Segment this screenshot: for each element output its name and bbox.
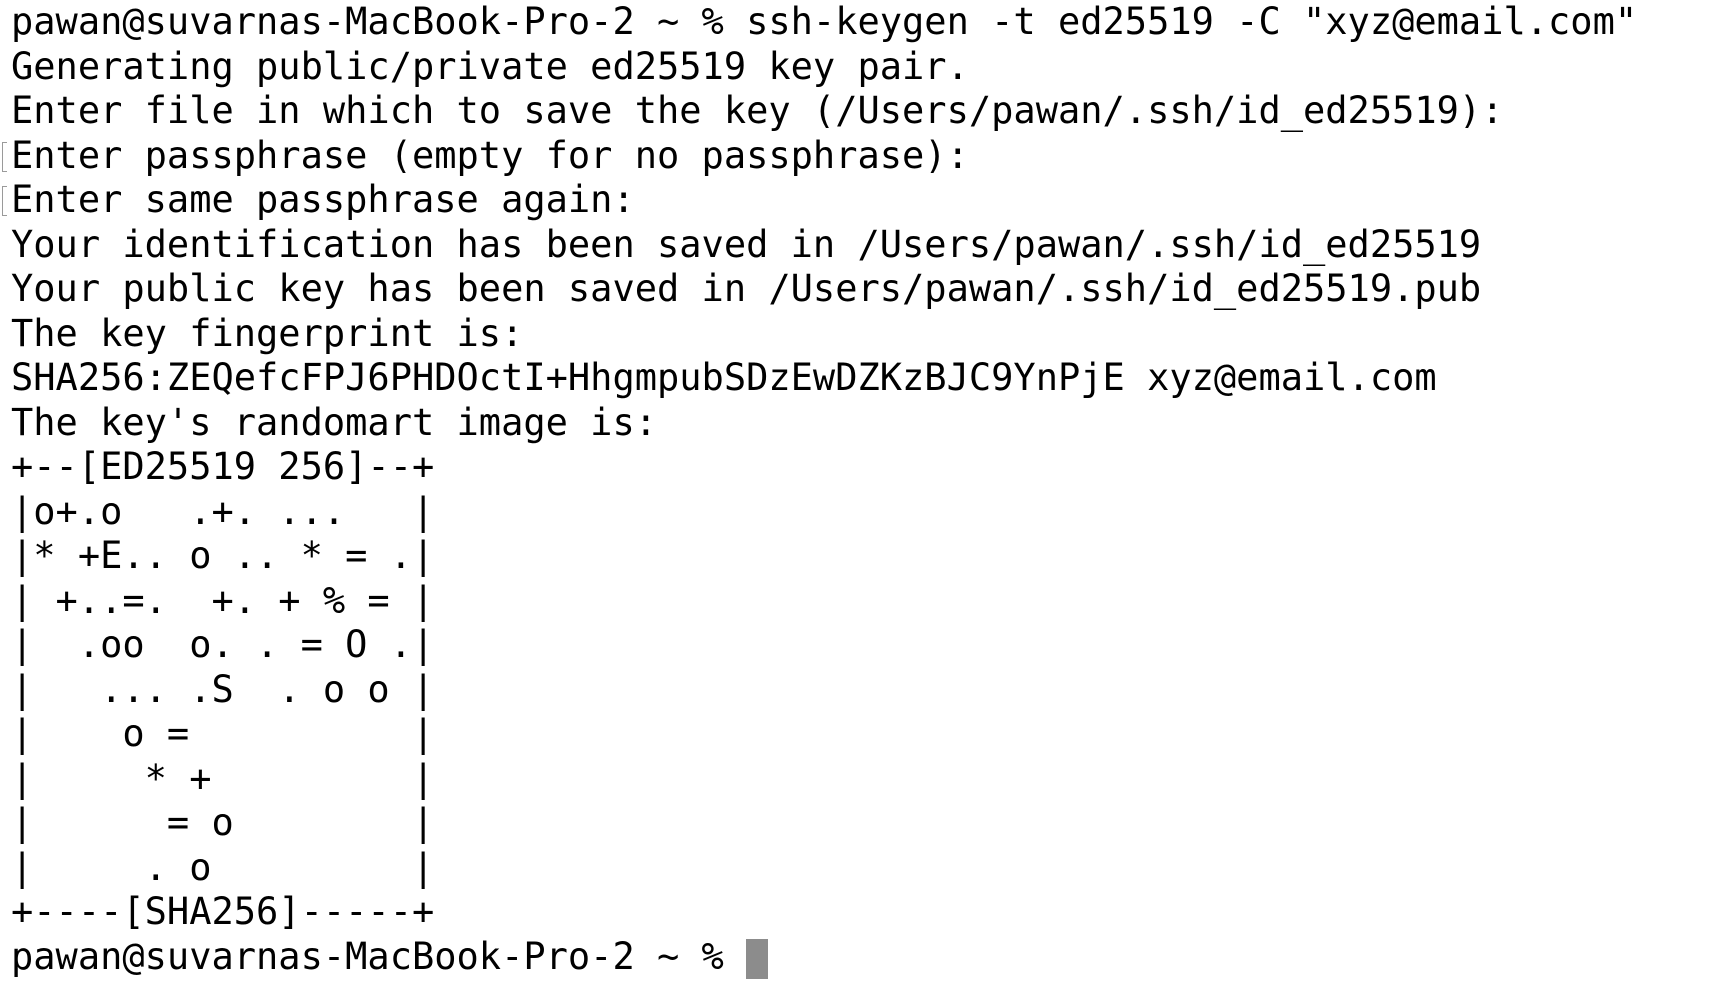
output-line: The key's randomart image is: bbox=[11, 400, 658, 444]
output-line: Enter passphrase (empty for no passphras… bbox=[2, 133, 1637, 179]
output-line: The key fingerprint is: bbox=[11, 311, 524, 355]
randomart-line: | = o | bbox=[11, 801, 435, 844]
randomart-line: +----[SHA256]-----+ bbox=[11, 890, 435, 933]
output-line: Your identification has been saved in /U… bbox=[11, 222, 1482, 266]
input-marker bbox=[2, 186, 7, 216]
fingerprint-line: SHA256:ZEQefcFPJ6PHDOctI+HhgmpubSDzEwDZK… bbox=[11, 356, 1437, 399]
prompt-text: pawan@suvarnas-MacBook-Pro-2 ~ % bbox=[11, 934, 747, 978]
output-line-text: Enter passphrase (empty for no passphras… bbox=[11, 133, 969, 177]
randomart-line: |* +E.. o .. * = .| bbox=[11, 534, 435, 577]
terminal-window[interactable]: pawan@suvarnas-MacBook-Pro-2 ~ % ssh-key… bbox=[0, 0, 1726, 1006]
output-line: Enter file in which to save the key (/Us… bbox=[11, 89, 1504, 132]
randomart-line: +--[ED25519 256]--+ bbox=[11, 445, 435, 488]
text-cursor bbox=[746, 938, 769, 979]
randomart-line: | . o | bbox=[11, 845, 435, 889]
randomart-line: | * + | bbox=[11, 756, 435, 800]
terminal-output: pawan@suvarnas-MacBook-Pro-2 ~ % ssh-key… bbox=[2, 0, 1638, 980]
input-marker bbox=[2, 141, 7, 172]
prompt-line[interactable]: pawan@suvarnas-MacBook-Pro-2 ~ % bbox=[11, 935, 1637, 980]
command-line: pawan@suvarnas-MacBook-Pro-2 ~ % ssh-key… bbox=[11, 0, 1638, 43]
output-line: Generating public/private ed25519 key pa… bbox=[11, 44, 969, 88]
output-line: Your public key has been saved in /Users… bbox=[11, 267, 1482, 310]
randomart-line: | o = | bbox=[11, 712, 435, 755]
randomart-line: | .oo o. . = O .| bbox=[11, 623, 435, 666]
randomart-line: | ... .S . o o | bbox=[11, 667, 435, 711]
randomart-line: |o+.o .+. ... | bbox=[11, 489, 435, 533]
randomart-line: | +..=. +. + % = | bbox=[11, 578, 435, 622]
output-line: Enter same passphrase again: bbox=[2, 178, 1637, 223]
output-line-text: Enter same passphrase again: bbox=[11, 178, 635, 221]
